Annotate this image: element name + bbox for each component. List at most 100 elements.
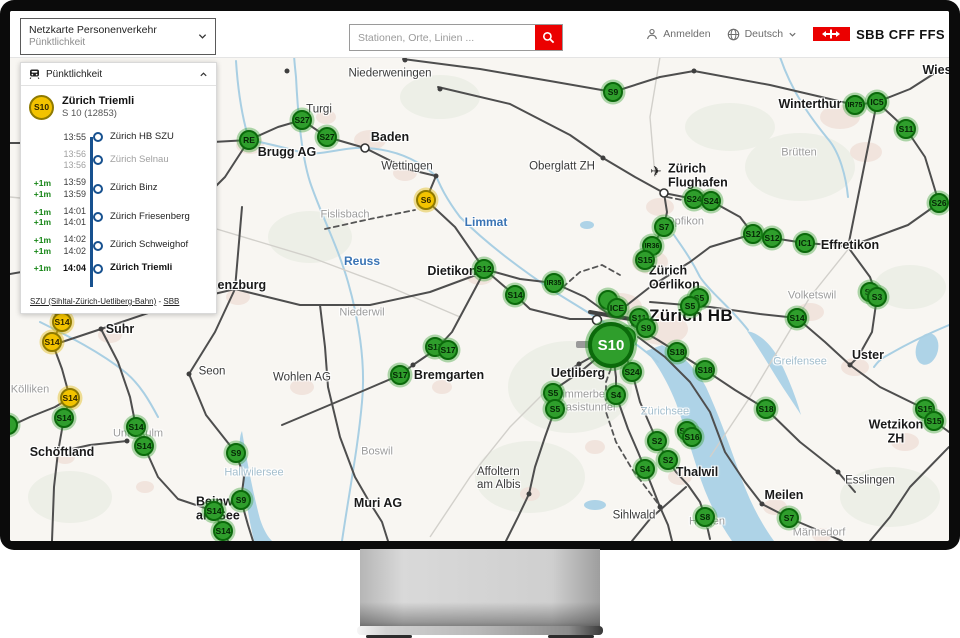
stop-name: Zürich Binz — [110, 183, 210, 193]
sbb-link[interactable]: SBB — [163, 297, 179, 306]
line-marker-ic1[interactable]: IC1 — [795, 233, 815, 253]
stop-row: +1m +1m14:02 14:02Zürich Schweighof — [29, 231, 210, 260]
line-marker-s3[interactable]: S3 — [867, 287, 887, 307]
line-marker-s18[interactable]: S18 — [667, 342, 687, 362]
sbb-logo-text: SBB CFF FFS — [856, 27, 945, 42]
stop-name: Zürich Friesenberg — [110, 212, 210, 222]
stop-time: 14:02 14:02 — [55, 234, 86, 257]
language-label: Deutsch — [745, 28, 784, 40]
stop-delay: +1m +1m — [29, 207, 51, 228]
layer-dropdown[interactable]: Netzkarte Personenverkehr Pünktlichkeit — [20, 18, 216, 55]
search-icon — [542, 31, 555, 44]
line-marker-s6[interactable]: S6 — [416, 190, 436, 210]
line-marker-s18[interactable]: S18 — [756, 399, 776, 419]
line-marker-s14[interactable]: S14 — [52, 312, 72, 332]
line-marker-s5[interactable]: S5 — [680, 296, 700, 316]
line-summary: S10 Zürich Triemli S 10 (12853) — [21, 86, 216, 125]
stop-delay: +1m +1m — [29, 178, 51, 199]
line-marker-s9[interactable]: S9 — [231, 490, 251, 510]
line-marker-ir35[interactable]: IR35 — [544, 273, 564, 293]
line-marker-s9[interactable]: S9 — [226, 443, 246, 463]
line-marker-s16[interactable]: S16 — [682, 427, 702, 447]
globe-icon — [727, 28, 740, 41]
search-box — [349, 24, 563, 51]
line-marker-s8[interactable]: S8 — [695, 507, 715, 527]
panel-title: Pünktlichkeit — [46, 69, 193, 80]
line-marker-s9[interactable]: S9 — [636, 318, 656, 338]
line-marker-s5[interactable]: S5 — [545, 399, 565, 419]
line-marker-s2[interactable]: S2 — [647, 431, 667, 451]
stop-node — [90, 264, 106, 274]
line-number: S 10 (12853) — [62, 108, 134, 120]
search-input[interactable] — [350, 25, 535, 50]
line-marker-s17[interactable]: S17 — [438, 340, 458, 360]
line-marker-s15[interactable]: S15 — [635, 250, 655, 270]
line-marker-s27[interactable]: S27 — [292, 110, 312, 130]
stop-row: +1m14:04Zürich Triemli — [29, 260, 210, 277]
line-marker-ic5[interactable]: IC5 — [867, 92, 887, 112]
sbb-flag-icon — [813, 27, 850, 41]
layer-dropdown-text: Netzkarte Personenverkehr Pünktlichkeit — [29, 24, 198, 50]
line-marker-s14[interactable]: S14 — [213, 521, 233, 541]
monitor-stand-base — [357, 626, 603, 635]
stop-list: 13:55Zürich HB SZU13:56 13:56Zürich Seln… — [21, 125, 216, 297]
line-marker-s17[interactable]: S17 — [390, 365, 410, 385]
stop-row: +1m +1m14:01 14:01Zürich Friesenberg — [29, 203, 210, 232]
line-marker-s14[interactable]: S14 — [787, 308, 807, 328]
line-marker-s4[interactable]: S4 — [635, 459, 655, 479]
screen: NiederweningenTurgiBadenBrugg AGWettinge… — [10, 11, 949, 541]
stop-name: Zürich Schweighof — [110, 240, 210, 250]
line-marker-s27[interactable]: S27 — [317, 127, 337, 147]
stop-name: Zürich Triemli — [110, 263, 210, 273]
line-marker-s14[interactable]: S14 — [134, 436, 154, 456]
line-marker-s14[interactable]: S14 — [126, 417, 146, 437]
punctuality-panel: Pünktlichkeit S10 Zürich Triemli S 10 (1… — [20, 62, 217, 314]
stop-time: 13:59 13:59 — [55, 177, 86, 200]
line-marker-s10[interactable]: S10 — [588, 322, 634, 368]
line-marker-ir75[interactable]: IR75 — [845, 95, 865, 115]
operator-link[interactable]: SZU (Sihltal-Zürich-Uetliberg-Bahn) — [30, 297, 156, 306]
search-button[interactable] — [535, 25, 562, 50]
line-marker-s26[interactable]: S26 — [929, 193, 949, 213]
line-marker-s14[interactable]: S14 — [60, 388, 80, 408]
language-selector[interactable]: Deutsch — [727, 28, 798, 41]
sbb-logo[interactable]: SBB CFF FFS — [813, 27, 945, 42]
line-marker-s12[interactable]: S12 — [743, 224, 763, 244]
line-marker-s14[interactable]: S14 — [204, 501, 224, 521]
line-marker-s12[interactable]: S12 — [762, 228, 782, 248]
line-marker-s14[interactable]: S14 — [42, 332, 62, 352]
stop-time: 13:55 — [55, 132, 86, 143]
line-marker-s7[interactable]: S7 — [779, 508, 799, 528]
chevron-down-icon — [788, 30, 797, 39]
top-bar-right: Anmelden Deutsch SBB CFF FFS — [646, 11, 947, 57]
stop-dot-icon — [93, 264, 103, 274]
line-marker-s12[interactable]: S12 — [474, 259, 494, 279]
panel-header[interactable]: Pünktlichkeit — [21, 63, 216, 86]
line-marker-s4[interactable]: S4 — [606, 385, 626, 405]
line-marker-s14[interactable]: S14 — [505, 285, 525, 305]
layer-dropdown-title: Netzkarte Personenverkehr — [29, 24, 198, 37]
line-marker-s7[interactable]: S7 — [654, 217, 674, 237]
layer-dropdown-subtitle: Pünktlichkeit — [29, 37, 198, 50]
monitor-stand-neck — [360, 549, 600, 627]
line-marker-ice[interactable]: ICE — [607, 298, 627, 318]
line-marker-s24[interactable]: S24 — [622, 362, 642, 382]
line-marker-s24[interactable]: S24 — [701, 191, 721, 211]
stop-time: 13:56 13:56 — [55, 149, 86, 172]
line-marker-s18[interactable]: S18 — [695, 360, 715, 380]
top-bar: Netzkarte Personenverkehr Pünktlichkeit … — [10, 11, 949, 58]
panel-footer: SZU (Sihltal-Zürich-Uetliberg-Bahn) - SB… — [30, 297, 179, 306]
chevron-down-icon — [198, 32, 207, 41]
user-icon — [646, 28, 658, 40]
login-button[interactable]: Anmelden — [646, 28, 710, 40]
line-marker-s11[interactable]: S11 — [896, 119, 916, 139]
line-marker-s14[interactable]: S14 — [54, 408, 74, 428]
line-marker-s15[interactable]: S15 — [924, 411, 944, 431]
line-marker-s9[interactable]: S9 — [603, 82, 623, 102]
stop-dot-icon — [93, 155, 103, 165]
line-marker-s2[interactable]: S2 — [658, 450, 678, 470]
stop-dot-icon — [93, 241, 103, 251]
stop-dot-icon — [93, 184, 103, 194]
page: NiederweningenTurgiBadenBrugg AGWettinge… — [0, 0, 960, 638]
line-marker-re[interactable]: RE — [239, 130, 259, 150]
